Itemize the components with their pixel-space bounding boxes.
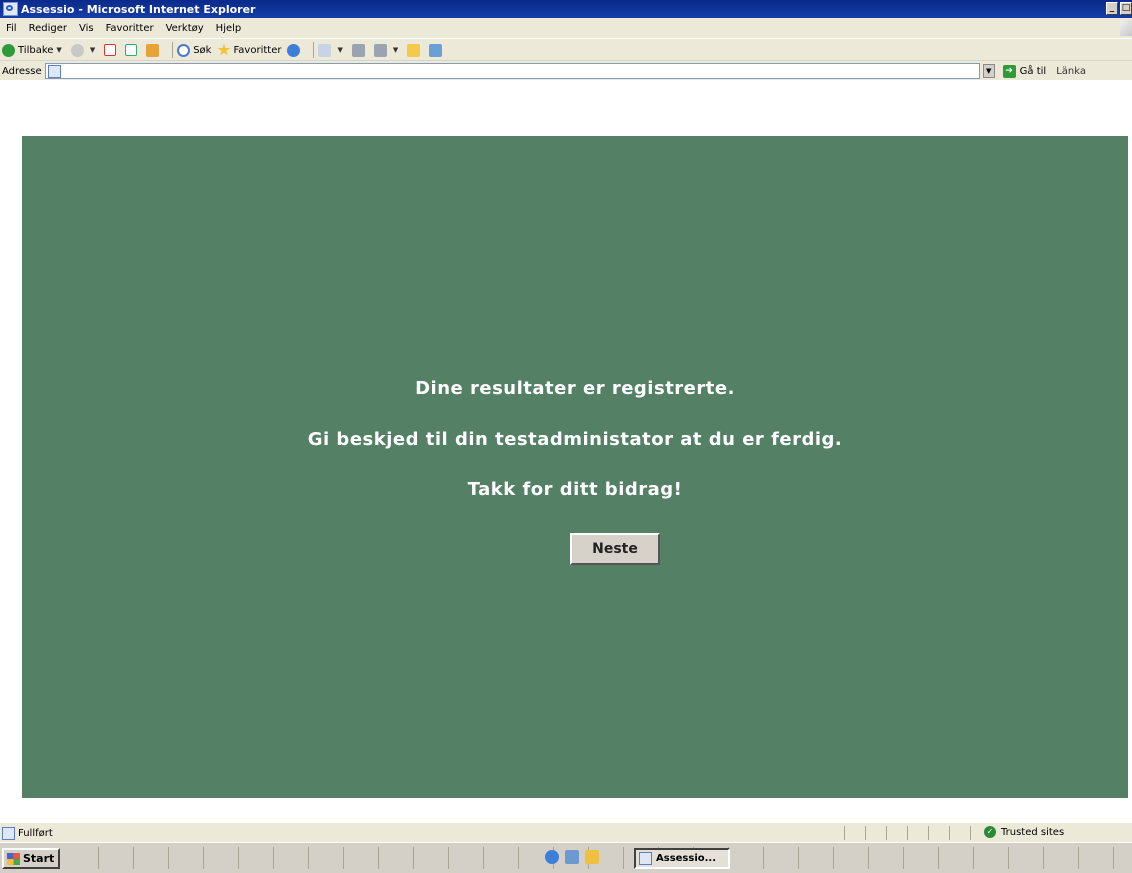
menu-view[interactable]: Vis — [73, 23, 100, 34]
back-dropdown-icon[interactable]: ▼ — [56, 46, 61, 54]
ie-icon — [3, 2, 18, 16]
status-pane — [949, 826, 970, 840]
status-pane — [907, 826, 928, 840]
menu-file[interactable]: Fil — [0, 23, 23, 34]
media-button[interactable] — [287, 43, 303, 57]
address-dropdown-icon[interactable]: ▼ — [982, 64, 995, 78]
status-bar: Fullført ✓ Trusted sites — [0, 822, 1132, 843]
status-page-icon — [2, 826, 15, 840]
standard-toolbar: Tilbake ▼ ▼ Søk Favoritter ▼ ▼ — [0, 38, 1132, 61]
forward-dropdown-icon[interactable]: ▼ — [90, 46, 95, 54]
toolbar-separator — [313, 42, 315, 58]
search-icon — [177, 43, 191, 57]
edit-icon — [373, 43, 387, 57]
back-button[interactable]: Tilbake ▼ — [2, 43, 65, 57]
start-label: Start — [23, 852, 55, 865]
mail-button[interactable]: ▼ — [318, 43, 345, 57]
favorites-label: Favoritter — [233, 44, 282, 56]
refresh-icon — [125, 44, 138, 56]
home-icon — [146, 43, 160, 57]
folder-launch-icon[interactable] — [585, 850, 599, 864]
home-button[interactable] — [146, 43, 162, 57]
edit-button[interactable]: ▼ — [373, 43, 401, 57]
thank-you-text: Takk for ditt bidrag! — [467, 479, 683, 500]
taskbar-item-assessio[interactable]: Assessio... — [634, 848, 730, 869]
mail-dropdown-icon[interactable]: ▼ — [337, 46, 342, 54]
media-icon — [287, 43, 301, 57]
mail-icon — [318, 43, 332, 57]
favorites-button[interactable]: Favoritter — [217, 43, 282, 57]
status-pane — [865, 826, 886, 840]
messenger-icon — [429, 43, 443, 57]
refresh-button[interactable] — [125, 44, 140, 56]
zone-label: Trusted sites — [1001, 826, 1065, 838]
edit-dropdown-icon[interactable]: ▼ — [393, 46, 398, 54]
ie-launch-icon[interactable] — [545, 850, 559, 864]
star-icon — [217, 43, 231, 56]
address-label: Adresse — [2, 65, 42, 77]
status-pane — [928, 826, 949, 840]
maximize-button[interactable]: □ — [1120, 2, 1132, 15]
window-title: Assessio - Microsoft Internet Explorer — [21, 2, 256, 16]
minimize-button[interactable]: _ — [1106, 2, 1118, 15]
ie-page-icon — [639, 852, 652, 865]
stop-icon — [104, 44, 117, 56]
status-pane — [886, 826, 907, 840]
back-arrow-icon — [2, 43, 15, 57]
search-label: Søk — [193, 44, 212, 56]
folder-icon — [407, 43, 421, 57]
notify-admin-text: Gi beskjed til din testadministator at d… — [307, 429, 843, 450]
check-icon: ✓ — [984, 826, 996, 838]
status-panes — [844, 826, 991, 840]
stop-button[interactable] — [104, 44, 119, 56]
desktop-icon[interactable] — [565, 850, 579, 864]
back-label: Tilbake — [18, 44, 54, 56]
windows-logo-icon — [1120, 20, 1132, 36]
menu-help[interactable]: Hjelp — [210, 23, 248, 34]
print-button[interactable] — [351, 43, 368, 57]
window-titlebar: Assessio - Microsoft Internet Explorer _… — [0, 0, 1132, 18]
status-text: Fullført — [18, 827, 53, 839]
toolbar-separator — [172, 42, 174, 58]
go-button[interactable]: Gå til — [1020, 66, 1047, 77]
windows-flag-icon — [7, 852, 20, 865]
folder-button[interactable] — [407, 43, 423, 57]
search-button[interactable]: Søk — [177, 43, 212, 57]
address-input[interactable] — [44, 63, 980, 79]
taskbar: Start Assessio... — [0, 842, 1132, 873]
links-button[interactable]: Länka — [1056, 66, 1086, 77]
address-bar: Adresse ▼ ➔ Gå til Länka — [0, 60, 1132, 82]
results-registered-text: Dine resultater er registrerte. — [415, 378, 735, 399]
messenger-button[interactable] — [429, 43, 445, 57]
forward-arrow-icon — [70, 43, 84, 57]
quick-launch — [545, 850, 599, 864]
status-pane — [844, 826, 865, 840]
next-button[interactable]: Neste — [570, 533, 660, 565]
completion-panel: Dine resultater er registrerte. Gi beskj… — [22, 136, 1128, 798]
window-controls: _ □ — [1106, 2, 1132, 15]
start-button[interactable]: Start — [2, 848, 60, 869]
menu-bar: Fil Rediger Vis Favoritter Verktøy Hjelp — [0, 18, 1132, 38]
menu-tools[interactable]: Verktøy — [160, 23, 210, 34]
forward-button[interactable]: ▼ — [70, 43, 98, 57]
print-icon — [351, 43, 365, 57]
menu-edit[interactable]: Rediger — [23, 23, 73, 34]
page-icon — [47, 64, 61, 78]
task-label: Assessio... — [656, 853, 717, 864]
go-arrow-icon[interactable]: ➔ — [1002, 64, 1016, 78]
page-content: Dine resultater er registrerte. Gi beskj… — [0, 80, 1132, 822]
security-zone[interactable]: ✓ Trusted sites — [984, 826, 1064, 838]
menu-favorites[interactable]: Favoritter — [100, 23, 160, 34]
